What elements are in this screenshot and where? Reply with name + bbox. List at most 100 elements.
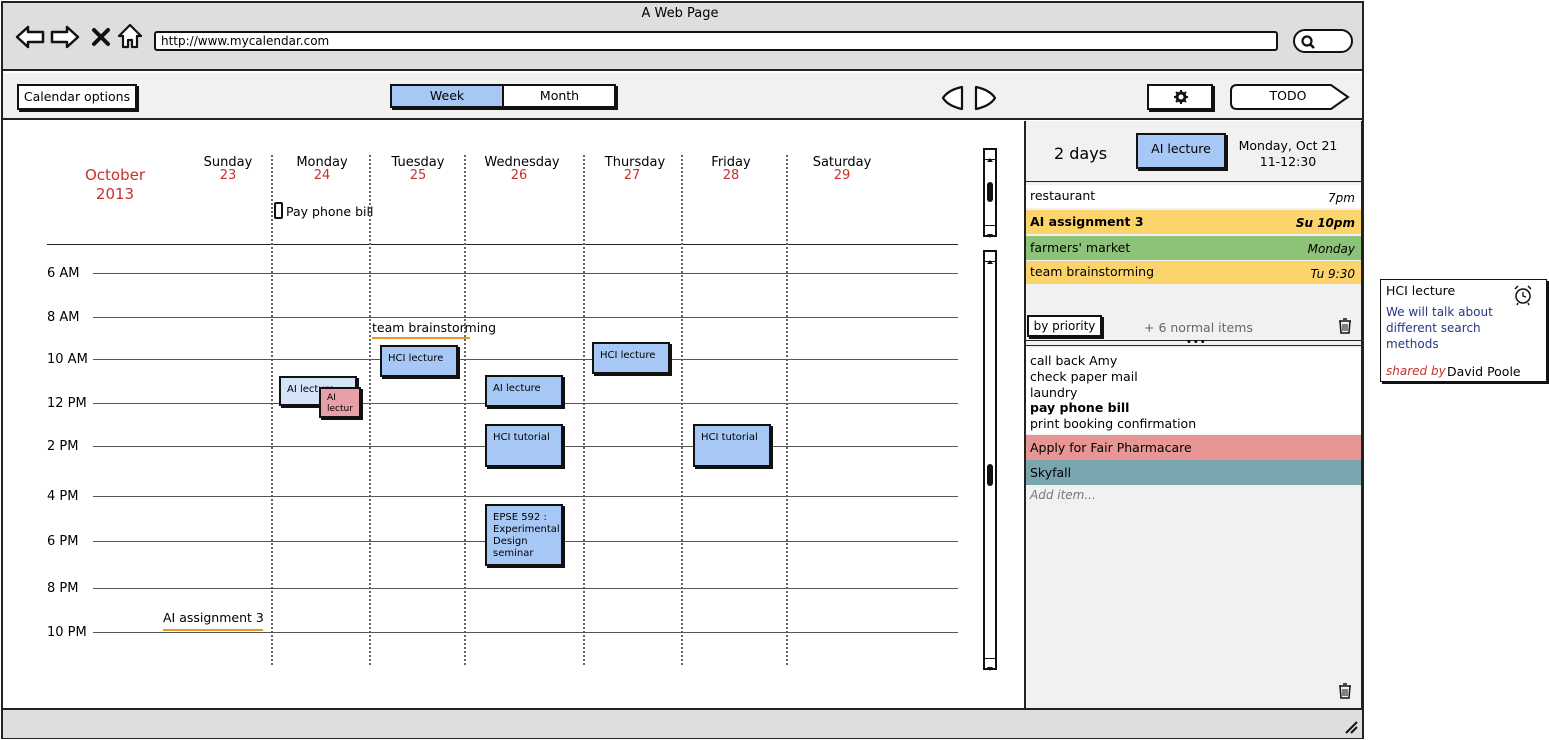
- panel-splitter[interactable]: •••: [1026, 337, 1361, 348]
- scroll-thumb[interactable]: [987, 182, 993, 202]
- next-week-icon[interactable]: [972, 84, 998, 112]
- event-title: HCI lecture: [388, 353, 444, 364]
- calendar-options-button[interactable]: Calendar options: [17, 84, 137, 110]
- event-title: AI lecture: [493, 383, 541, 394]
- event-friday-hci-tutorial[interactable]: HCI tutorial: [693, 424, 771, 467]
- day-number-tuesday: 25: [409, 168, 427, 183]
- todo-item-label: Skyfall: [1030, 465, 1072, 480]
- hour-label: 10 AM: [47, 352, 88, 367]
- priority-item[interactable]: AI assignment 3 Su 10pm: [1026, 210, 1361, 234]
- allday-task-label[interactable]: Pay phone bill: [286, 204, 373, 219]
- hour-label: 4 PM: [47, 489, 79, 504]
- hour-label: 12 PM: [47, 396, 87, 411]
- search-icon: [1301, 35, 1315, 49]
- priority-item[interactable]: farmers' market Monday: [1026, 236, 1361, 260]
- deadline-team-brainstorming[interactable]: team brainstorming: [372, 320, 496, 335]
- scroll-thumb[interactable]: [987, 464, 993, 486]
- trash-icon[interactable]: [1337, 317, 1353, 335]
- event-title: HCI lecture: [600, 350, 656, 361]
- task-checkbox[interactable]: [274, 202, 283, 219]
- event-title: HCI tutorial: [493, 432, 550, 443]
- tab-month-label: Month: [539, 88, 580, 103]
- todo-item[interactable]: laundry: [1030, 385, 1077, 400]
- sidebar-current-event-label: AI lecture: [1151, 141, 1211, 156]
- todo-item[interactable]: print booking confirmation: [1030, 416, 1196, 431]
- hour-label: 10 PM: [47, 625, 87, 640]
- todo-item[interactable]: pay phone bill: [1030, 400, 1129, 415]
- day-number-wednesday: 26: [510, 168, 528, 183]
- search-box[interactable]: [1293, 29, 1353, 53]
- todo-label: TODO: [1269, 88, 1307, 103]
- tab-week[interactable]: Week: [392, 86, 504, 106]
- prev-week-icon[interactable]: [940, 84, 966, 112]
- hour-label: 8 AM: [47, 310, 80, 325]
- priority-item-when: Su 10pm: [1295, 216, 1355, 230]
- settings-button[interactable]: [1147, 84, 1213, 110]
- sidebar-divider: [1026, 181, 1361, 182]
- window-title: A Web Page: [641, 6, 719, 21]
- day-number-saturday: 29: [833, 168, 851, 183]
- priority-item-label: farmers' market: [1030, 240, 1131, 255]
- hour-label: 6 AM: [47, 266, 80, 281]
- hour-label: 6 PM: [47, 534, 79, 549]
- hour-label: 8 PM: [47, 581, 79, 596]
- trash-icon[interactable]: [1337, 682, 1353, 700]
- back-icon[interactable]: [15, 24, 45, 50]
- event-wednesday-ai-lecture[interactable]: AI lecture: [485, 375, 563, 407]
- stop-icon[interactable]: [90, 26, 112, 48]
- todo-item-label: Apply for Fair Pharmacare: [1030, 440, 1192, 455]
- event-wednesday-epse-seminar[interactable]: EPSE 592 : Experimental Design seminar: [485, 504, 563, 566]
- tab-month[interactable]: Month: [505, 86, 614, 106]
- scroll-up-icon[interactable]: [985, 150, 995, 162]
- todo-button[interactable]: TODO: [1229, 83, 1351, 111]
- allday-scrollbar[interactable]: [983, 148, 997, 238]
- priority-item[interactable]: team brainstorming Tu 9:30: [1026, 261, 1361, 284]
- todo-item-colored[interactable]: Skyfall: [1026, 460, 1361, 485]
- day-number-sunday: 23: [219, 168, 237, 183]
- by-priority-button[interactable]: by priority: [1027, 315, 1102, 337]
- more-items-link[interactable]: + 6 normal items: [1144, 320, 1253, 335]
- timeline-scrollbar[interactable]: [983, 250, 997, 671]
- todo-item[interactable]: check paper mail: [1030, 369, 1138, 384]
- add-item-input[interactable]: Add item...: [1030, 488, 1096, 502]
- tab-week-label: Week: [429, 88, 465, 103]
- event-thursday-hci-lecture[interactable]: HCI lecture: [592, 342, 670, 374]
- scroll-up-icon[interactable]: [985, 252, 995, 264]
- priority-item-when: Monday: [1307, 242, 1355, 256]
- year-label: 2013: [95, 185, 135, 203]
- resize-grip-icon[interactable]: [1342, 718, 1358, 734]
- sidebar-event-time: 11-12:30: [1259, 154, 1317, 169]
- gear-icon: [1174, 90, 1188, 104]
- sidebar-range-label: 2 days: [1054, 144, 1108, 163]
- event-title: HCI tutorial: [701, 432, 758, 443]
- sidebar-current-event[interactable]: AI lecture: [1136, 133, 1226, 169]
- priority-item[interactable]: restaurant 7pm: [1026, 185, 1361, 208]
- event-monday-ai-lecture-overlap[interactable]: AI lectur: [319, 387, 361, 418]
- deadline-ai-assignment[interactable]: AI assignment 3: [163, 610, 264, 625]
- event-note-card[interactable]: HCI lecture We will talk about different…: [1380, 279, 1547, 382]
- alarm-clock-icon: [1514, 285, 1532, 306]
- hour-line: [93, 317, 958, 318]
- day-number-thursday: 27: [623, 168, 641, 183]
- priority-item-when: Tu 9:30: [1310, 267, 1356, 281]
- home-icon[interactable]: [116, 22, 144, 50]
- event-title: AI lectur: [327, 393, 353, 414]
- event-title: EPSE 592 : Experimental Design seminar: [493, 512, 560, 559]
- todo-item-colored[interactable]: Apply for Fair Pharmacare: [1026, 435, 1361, 460]
- calendar-options-label: Calendar options: [23, 89, 131, 104]
- event-wednesday-hci-tutorial[interactable]: HCI tutorial: [485, 424, 563, 467]
- scroll-down-icon[interactable]: [985, 225, 995, 238]
- by-priority-label: by priority: [1033, 319, 1096, 333]
- day-number-monday: 24: [313, 168, 331, 183]
- hour-line: [93, 359, 958, 360]
- event-tuesday-hci-lecture[interactable]: HCI lecture: [380, 345, 458, 377]
- status-bar: [3, 708, 1362, 738]
- deadline-underline: [163, 629, 263, 631]
- scroll-down-icon[interactable]: [985, 658, 995, 671]
- address-bar[interactable]: http://www.mycalendar.com: [154, 31, 1278, 51]
- priority-item-label: restaurant: [1030, 188, 1096, 203]
- todo-item[interactable]: call back Amy: [1030, 353, 1117, 368]
- sidebar-event-date: Monday, Oct 21: [1238, 138, 1338, 153]
- forward-icon[interactable]: [50, 24, 80, 50]
- hour-label: 2 PM: [47, 439, 79, 454]
